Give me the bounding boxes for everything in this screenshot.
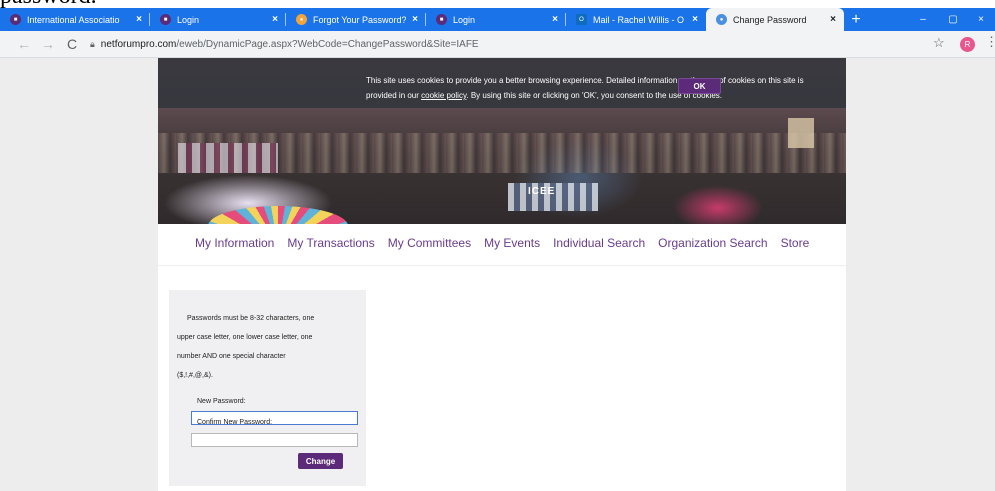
tab-close-icon[interactable]: × xyxy=(272,14,278,25)
rule-line: upper case letter, one lower case letter… xyxy=(177,334,313,341)
lightbulb-favicon-icon: ● xyxy=(296,14,307,25)
fair-banner-image: ICEE This site uses cookies to provide y… xyxy=(158,58,846,224)
new-tab-button[interactable]: + xyxy=(844,8,868,31)
outlook-favicon-icon: O xyxy=(576,14,587,25)
tab-close-icon[interactable]: × xyxy=(830,14,836,25)
iafe-favicon-icon: ■ xyxy=(10,14,21,25)
nav-my-transactions[interactable]: My Transactions xyxy=(287,236,374,250)
tab-title: Change Password xyxy=(733,14,807,25)
main-nav: My Information My Transactions My Commit… xyxy=(195,236,809,250)
change-button[interactable]: Change xyxy=(298,453,343,469)
banner-sign: ICEE xyxy=(528,186,556,197)
tab-title: International Associatio xyxy=(27,14,120,25)
confirm-password-label: Confirm New Password: xyxy=(197,419,273,426)
bookmark-star-icon[interactable]: ☆ xyxy=(933,35,945,51)
forward-arrow-icon[interactable]: → xyxy=(38,34,58,54)
tab-title: Mail - Rachel Willis - O xyxy=(593,14,685,25)
tab-title: Forgot Your Password? xyxy=(313,14,407,25)
page-content: ICEE This site uses cookies to provide y… xyxy=(158,58,846,491)
browser-menu-icon[interactable]: ⋮ xyxy=(985,34,995,50)
rule-line: ($,!,#,@,&). xyxy=(177,372,213,379)
tab-close-icon[interactable]: × xyxy=(412,14,418,25)
cookie-ok-button[interactable]: OK xyxy=(678,78,721,94)
nav-individual-search[interactable]: Individual Search xyxy=(553,236,645,250)
rule-line: number AND one special character xyxy=(177,353,286,360)
nav-divider xyxy=(158,265,846,266)
tab-change-password[interactable]: ● Change Password × xyxy=(706,8,844,31)
reload-icon[interactable]: C xyxy=(62,34,82,54)
nav-my-information[interactable]: My Information xyxy=(195,236,274,250)
confirm-password-input[interactable] xyxy=(191,433,358,447)
back-arrow-icon[interactable]: ← xyxy=(14,34,34,54)
tab-forgot-password[interactable]: ● Forgot Your Password? × xyxy=(286,8,426,31)
tab-title: Login xyxy=(453,14,476,25)
tab-login-2[interactable]: ■ Login × xyxy=(426,8,566,31)
minimize-icon[interactable]: – xyxy=(908,8,938,31)
tab-title: Login xyxy=(177,14,200,25)
profile-avatar[interactable]: R xyxy=(960,37,975,52)
document-overflow-text: password. xyxy=(0,0,97,8)
tab-login-1[interactable]: ■ Login × xyxy=(150,8,286,31)
lock-icon: 🔒︎ xyxy=(90,38,95,49)
page-background: ICEE This site uses cookies to provide y… xyxy=(0,58,995,491)
cookie-banner: This site uses cookies to provide you a … xyxy=(158,58,846,108)
person-favicon-icon: ● xyxy=(716,14,727,25)
tab-international-association[interactable]: ■ International Associatio × xyxy=(0,8,150,31)
url-path: /eweb/DynamicPage.aspx?WebCode=ChangePas… xyxy=(176,38,479,50)
restore-icon[interactable]: ▢ xyxy=(938,8,968,31)
umbrella-shape xyxy=(208,206,348,224)
browser-tabstrip: ■ International Associatio × ■ Login × ●… xyxy=(0,8,995,31)
password-rules: Passwords must be 8-32 characters, one u… xyxy=(177,309,361,385)
rule-line: Passwords must be 8-32 characters, one xyxy=(187,315,315,322)
change-password-form: Passwords must be 8-32 characters, one u… xyxy=(169,290,366,486)
tent-stripes xyxy=(178,143,278,173)
nav-my-events[interactable]: My Events xyxy=(484,236,540,250)
tab-close-icon[interactable]: × xyxy=(692,14,698,25)
iafe-favicon-icon: ■ xyxy=(436,14,447,25)
new-password-label: New Password: xyxy=(197,398,246,405)
nav-my-committees[interactable]: My Committees xyxy=(388,236,471,250)
url-host: netforumpro.com xyxy=(100,38,177,50)
address-bar[interactable]: 🔒︎ netforumpro.com/eweb/DynamicPage.aspx… xyxy=(90,34,479,54)
tab-close-icon[interactable]: × xyxy=(136,14,142,25)
iafe-favicon-icon: ■ xyxy=(160,14,171,25)
tab-mail[interactable]: O Mail - Rachel Willis - O × xyxy=(566,8,706,31)
browser-toolbar: ← → C 🔒︎ netforumpro.com/eweb/DynamicPag… xyxy=(0,31,995,58)
cookie-message: This site uses cookies to provide you a … xyxy=(366,73,806,103)
nav-store[interactable]: Store xyxy=(781,236,810,250)
tab-close-icon[interactable]: × xyxy=(552,14,558,25)
close-window-icon[interactable]: × xyxy=(966,8,995,31)
cookie-policy-link[interactable]: cookie policy xyxy=(421,91,466,100)
nav-organization-search[interactable]: Organization Search xyxy=(658,236,767,250)
banner-flag xyxy=(788,118,814,148)
